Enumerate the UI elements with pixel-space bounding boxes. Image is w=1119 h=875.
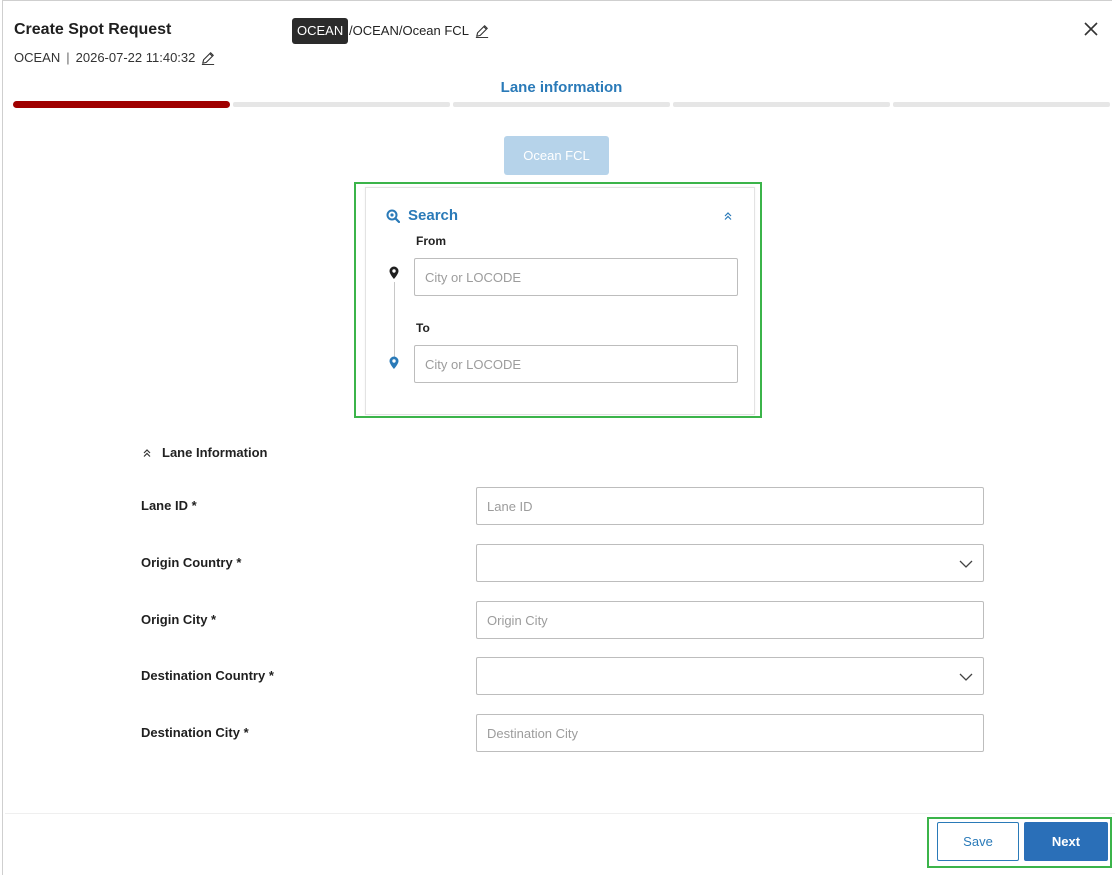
progress-step-2 bbox=[233, 102, 450, 107]
search-highlight-box bbox=[354, 182, 762, 418]
lane-information-title: Lane Information bbox=[162, 445, 268, 460]
lane-information-toggle[interactable]: Lane Information bbox=[142, 445, 267, 460]
request-meta: OCEAN | 2026-07-22 11:40:32 bbox=[14, 50, 215, 65]
origin-country-select[interactable] bbox=[476, 544, 984, 582]
step-title: Lane information bbox=[500, 79, 623, 96]
edit-mode-pencil-icon[interactable] bbox=[475, 24, 489, 38]
destination-country-label: Destination Country * bbox=[141, 668, 274, 683]
actions-highlight-box bbox=[927, 817, 1112, 868]
mode-path: /OCEAN/Ocean FCL bbox=[349, 23, 489, 38]
destination-country-select[interactable] bbox=[476, 657, 984, 695]
progress-step-1 bbox=[13, 101, 230, 108]
meta-separator: | bbox=[66, 50, 70, 65]
chevron-down-icon bbox=[959, 673, 973, 681]
destination-city-input[interactable] bbox=[476, 714, 984, 752]
destination-city-label: Destination City * bbox=[141, 725, 249, 740]
step-progress-bar bbox=[13, 101, 1110, 108]
progress-step-5 bbox=[893, 102, 1110, 107]
page-title: Create Spot Request bbox=[14, 21, 172, 38]
meta-timestamp: 2026-07-22 11:40:32 bbox=[75, 50, 196, 65]
origin-city-input[interactable] bbox=[476, 601, 984, 639]
progress-step-4 bbox=[673, 102, 890, 107]
lane-id-input[interactable] bbox=[476, 487, 984, 525]
create-spot-request-modal: Create Spot Request OCEAN | 2026-07-22 1… bbox=[2, 0, 1115, 875]
close-icon[interactable] bbox=[1082, 20, 1100, 38]
mode-path-text: /OCEAN/Ocean FCL bbox=[349, 23, 469, 38]
ocean-fcl-chip[interactable]: Ocean FCL bbox=[504, 136, 609, 175]
origin-city-label: Origin City * bbox=[141, 612, 217, 627]
footer-divider bbox=[5, 813, 1115, 814]
meta-mode: OCEAN bbox=[14, 50, 61, 65]
edit-meta-pencil-icon[interactable] bbox=[201, 51, 215, 65]
origin-country-label: Origin Country * bbox=[141, 555, 242, 570]
chevron-down-icon bbox=[959, 560, 973, 568]
mode-badge: OCEAN bbox=[292, 18, 349, 44]
lane-id-label: Lane ID * bbox=[141, 498, 197, 513]
chevron-up-double-icon bbox=[143, 448, 151, 457]
progress-step-3 bbox=[453, 102, 670, 107]
